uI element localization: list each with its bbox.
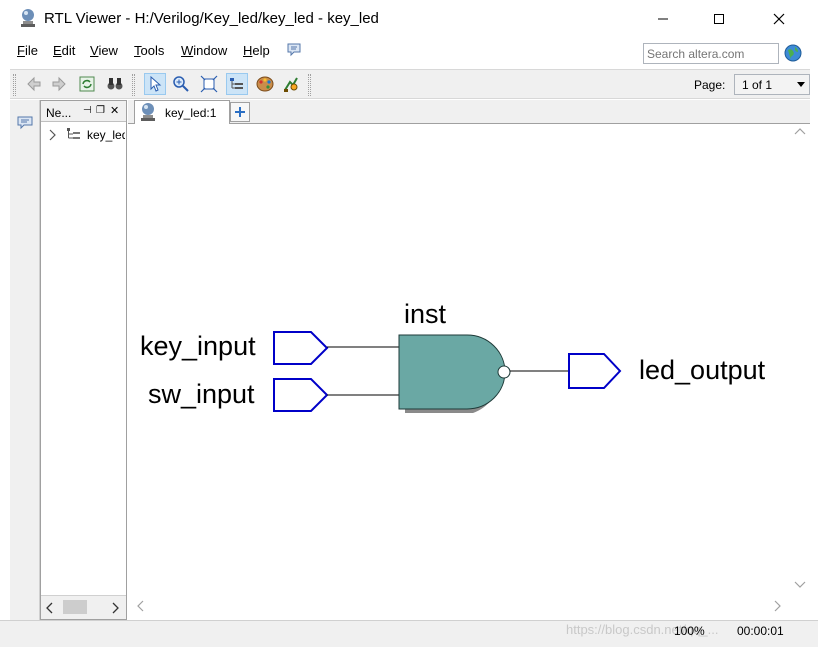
chevron-right-icon[interactable] xyxy=(47,129,57,141)
rtl-viewer-app-icon xyxy=(21,9,35,27)
scroll-down-icon[interactable] xyxy=(794,581,806,589)
maximize-icon xyxy=(714,14,724,24)
toolbar-grip[interactable] xyxy=(13,74,16,96)
restore-icon[interactable]: ❐ xyxy=(96,105,105,116)
instance-label: inst xyxy=(404,299,447,329)
forward-button[interactable] xyxy=(48,73,70,95)
plus-icon xyxy=(235,107,245,117)
fit-window-icon xyxy=(200,75,218,93)
toolbar: Page: 1 of 1 xyxy=(10,69,810,99)
page-select-value: 1 of 1 xyxy=(742,78,773,92)
sw-input-pin[interactable] xyxy=(273,378,329,412)
rtl-viewer-tab-icon xyxy=(141,103,155,121)
toolbar-grip-3[interactable] xyxy=(308,74,311,96)
globe-icon[interactable] xyxy=(784,44,802,62)
navigator-header: Ne... ⊣ ❐ ✕ xyxy=(41,101,126,122)
menu-file[interactable]: File xyxy=(17,43,38,58)
canvas-horizontal-scrollbar[interactable] xyxy=(131,595,790,617)
close-button[interactable] xyxy=(756,0,802,38)
menu-window[interactable]: Window xyxy=(181,43,227,58)
binoculars-icon xyxy=(107,78,123,90)
scroll-up-icon[interactable] xyxy=(794,127,806,135)
led-output-pin[interactable] xyxy=(568,353,622,389)
scroll-right-icon[interactable] xyxy=(773,600,781,612)
zoom-icon xyxy=(173,76,189,92)
scroll-left-icon[interactable] xyxy=(46,602,54,614)
elapsed-time: 00:00:01 xyxy=(737,624,784,638)
selection-tool-button[interactable] xyxy=(144,73,166,95)
back-button[interactable] xyxy=(23,73,45,95)
cursor-arrow-icon xyxy=(150,76,162,92)
tab-key-led-1[interactable]: key_led:1 xyxy=(134,100,230,124)
tab-label: key_led:1 xyxy=(165,106,217,120)
netlist-navigator-panel: Ne... ⊣ ❐ ✕ key_led xyxy=(40,100,127,620)
forward-arrow-icon xyxy=(52,76,66,92)
add-tab-button[interactable] xyxy=(230,102,250,122)
close-icon xyxy=(773,13,785,25)
pin-icon[interactable]: ⊣ xyxy=(83,105,92,116)
window-title: RTL Viewer - H:/Verilog/Key_led/key_led … xyxy=(44,10,379,27)
hierarchy-list-button[interactable] xyxy=(226,73,248,95)
netlist-icon xyxy=(284,77,298,92)
left-tool-strip xyxy=(10,100,40,620)
menu-tools[interactable]: Tools xyxy=(134,43,164,58)
hierarchy-icon xyxy=(230,78,243,89)
schematic-canvas[interactable]: inst key_input sw_input led_output xyxy=(131,125,790,595)
maximize-button[interactable] xyxy=(696,0,742,38)
close-panel-icon[interactable]: ✕ xyxy=(110,104,119,117)
refresh-icon xyxy=(79,76,95,92)
tree-item-label: key_led xyxy=(87,128,125,142)
find-button[interactable] xyxy=(104,73,126,95)
nand-gate-inst[interactable] xyxy=(398,334,506,410)
fit-in-window-button[interactable] xyxy=(198,73,220,95)
page-label: Page: xyxy=(694,78,726,92)
tree-item-key-led[interactable]: key_led xyxy=(45,127,125,143)
zoom-tool-button[interactable] xyxy=(170,73,192,95)
zoom-level: 100% xyxy=(674,624,705,638)
scroll-left-icon[interactable] xyxy=(137,600,145,612)
refresh-button[interactable] xyxy=(76,73,98,95)
hierarchy-node-icon xyxy=(67,128,80,139)
document-tab-bar: key_led:1 xyxy=(128,100,810,124)
scroll-right-icon[interactable] xyxy=(111,602,119,614)
navigator-horizontal-scrollbar[interactable] xyxy=(41,595,126,619)
chat-help-icon[interactable] xyxy=(286,43,302,57)
palette-icon xyxy=(256,76,274,92)
key-input-pin[interactable] xyxy=(273,331,329,365)
page-select[interactable]: 1 of 1 xyxy=(734,74,810,95)
menu-help[interactable]: Help xyxy=(243,43,270,58)
gate-inversion-bubble xyxy=(497,365,511,379)
scroll-thumb[interactable] xyxy=(63,600,87,614)
chat-bubble-icon[interactable] xyxy=(17,116,33,130)
back-arrow-icon xyxy=(27,76,41,92)
navigator-title: Ne... xyxy=(46,106,72,120)
chevron-down-icon xyxy=(797,82,805,87)
canvas-vertical-scrollbar[interactable] xyxy=(790,125,810,595)
sw-input-label: sw_input xyxy=(148,379,255,409)
led-output-label: led_output xyxy=(639,355,766,385)
minimize-icon xyxy=(658,18,668,20)
key-input-label: key_input xyxy=(140,331,256,361)
menu-edit[interactable]: Edit xyxy=(53,43,75,58)
status-bar: https://blog.csdn.net/qq_... 100% 00:00:… xyxy=(0,620,818,647)
search-input[interactable] xyxy=(643,43,779,64)
netlist-tool-button[interactable] xyxy=(280,73,302,95)
minimize-button[interactable] xyxy=(640,0,686,38)
toolbar-grip-2[interactable] xyxy=(132,74,135,96)
menu-view[interactable]: View xyxy=(90,43,118,58)
colors-button[interactable] xyxy=(254,73,276,95)
title-bar: RTL Viewer - H:/Verilog/Key_led/key_led … xyxy=(0,0,818,38)
